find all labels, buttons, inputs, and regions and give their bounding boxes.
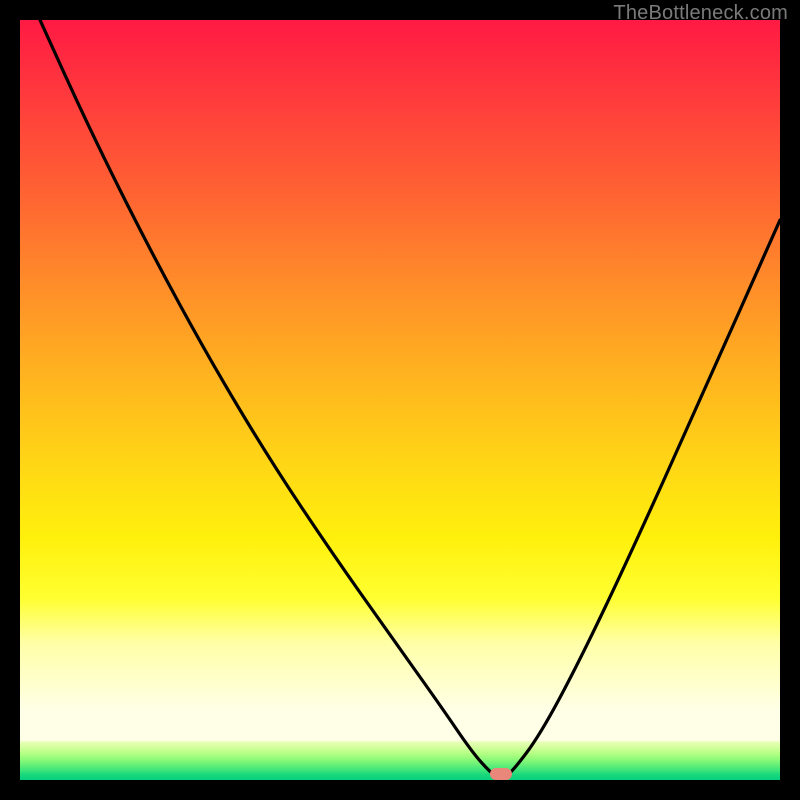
plot-area — [20, 20, 780, 780]
chart-frame: TheBottleneck.com — [0, 0, 800, 800]
bottleneck-curve — [20, 20, 780, 780]
optimum-marker — [490, 768, 512, 780]
